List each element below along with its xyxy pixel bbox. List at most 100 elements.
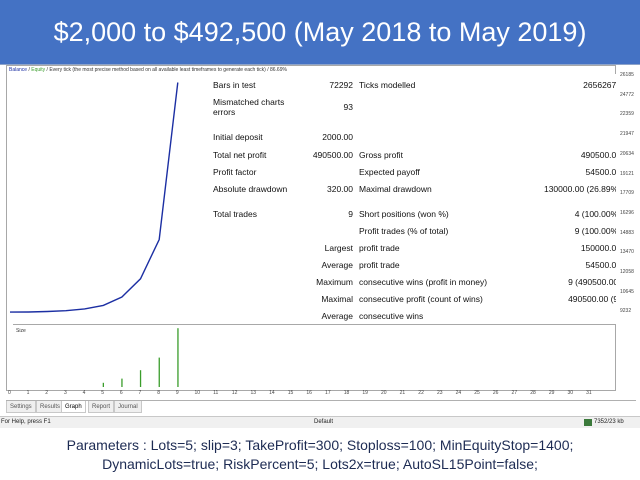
- x-tick-label: 23: [436, 390, 443, 396]
- x-tick-label: 30: [567, 390, 574, 396]
- tab-graph[interactable]: Graph: [61, 401, 86, 413]
- x-tick-label: 13: [250, 390, 256, 396]
- y-tick-label: 13470: [620, 249, 634, 256]
- max-consec-wins-label: consecutive wins (profit in money): [359, 277, 488, 287]
- x-tick-label: 2: [45, 390, 49, 396]
- y-tick-label: 14883: [620, 229, 634, 236]
- bars-in-test-label: Bars in test: [213, 80, 256, 90]
- total-net-profit-label: Total net profit: [213, 150, 267, 160]
- x-tick-label: 9: [175, 390, 179, 396]
- x-tick-label: 4: [82, 390, 86, 396]
- strategy-tester-window: Balance / Equity / Every tick (the most …: [0, 64, 640, 416]
- maximal-consec-profit-label: consecutive profit (count of wins): [359, 294, 483, 304]
- expected-payoff-value: 54500.00: [585, 167, 621, 177]
- tester-tabs: Settings Results Graph Report Journal: [6, 400, 636, 413]
- status-bar: For Help, press F1 Default 7352/23 kb: [0, 416, 640, 428]
- x-tick-label: 3: [63, 390, 67, 396]
- largest-profit-trade-value: 150000.00: [580, 243, 621, 253]
- x-tick-label: 1: [26, 390, 30, 396]
- avg-consec-wins-label: consecutive wins: [359, 311, 424, 321]
- size-bar: [158, 357, 160, 387]
- panel-divider: [13, 324, 623, 325]
- y-tick-label: 21947: [620, 131, 634, 138]
- size-bars: [102, 328, 179, 387]
- x-tick-label: 12: [231, 390, 238, 396]
- ticks-modelled-label: Ticks modelled: [359, 80, 416, 90]
- size-panel-label: Size: [16, 328, 26, 334]
- y-tick-label: 22359: [620, 111, 634, 118]
- title-banner: $2,000 to $492,500 (May 2018 to May 2019…: [0, 0, 640, 64]
- maximum-label: Maximum: [316, 277, 353, 287]
- x-tick-label: 16: [306, 390, 312, 396]
- x-tick-label: 22: [418, 390, 424, 396]
- x-tick-label: 26: [492, 390, 499, 396]
- x-tick-label: 6: [119, 390, 123, 396]
- x-tick-label: 0: [8, 390, 11, 396]
- total-trades-label: Total trades: [213, 209, 257, 219]
- tab-journal[interactable]: Journal: [114, 401, 142, 413]
- x-tick-label: 20: [381, 390, 387, 396]
- maximal-drawdown-label: Maximal drawdown: [359, 184, 432, 194]
- x-tick-label: 29: [548, 390, 555, 396]
- profit-trades-value: 9 (100.00%): [574, 226, 621, 236]
- largest-profit-trade-label: profit trade: [359, 243, 400, 253]
- x-tick-label: 31: [586, 390, 592, 396]
- max-consec-wins-value: 9 (490500.00): [568, 277, 621, 287]
- largest-label: Largest: [324, 243, 353, 253]
- gross-profit-label: Gross profit: [359, 150, 403, 160]
- x-tick-label: 18: [343, 390, 350, 396]
- maximal-label: Maximal: [321, 294, 353, 304]
- x-tick-label: 19: [362, 390, 368, 396]
- x-tick-label: 5: [101, 390, 105, 396]
- initial-deposit-label: Initial deposit: [213, 132, 263, 142]
- x-tick-label: 25: [474, 390, 480, 396]
- tab-report[interactable]: Report: [88, 401, 115, 413]
- expected-payoff-label: Expected payoff: [359, 167, 420, 177]
- y-tick-label: 17709: [620, 190, 634, 197]
- y-tick-label: 10645: [620, 288, 634, 295]
- mismatched-value: 93: [343, 102, 353, 112]
- initial-deposit-value: 2000.00: [322, 132, 353, 142]
- avg-consec-wins-value: 9: [503, 311, 621, 321]
- x-tick-label: 28: [530, 390, 536, 396]
- y-tick-label: 9232: [620, 308, 632, 315]
- parameters-caption: Parameters : Lots=5; slip=3; TakeProfit=…: [0, 436, 640, 474]
- y-axis: 26185 24772 22359 21947 20634 19121 17709 16296…: [616, 65, 640, 391]
- y-tick-label: 24772: [620, 91, 634, 98]
- report-table: Bars in test 72292 Ticks modelled 265626…: [203, 74, 621, 324]
- total-trades-value: 9: [348, 209, 353, 219]
- tab-settings[interactable]: Settings: [6, 401, 36, 413]
- x-tick-label: 14: [269, 390, 275, 396]
- average-consec-label: Average: [321, 311, 353, 321]
- x-tick-label: 10: [194, 390, 201, 396]
- parameters-line-1: Parameters : Lots=5; slip=3; TakeProfit=…: [66, 437, 574, 453]
- average-profit-trade-value: 54500.00: [585, 260, 621, 270]
- ticks-modelled-value: 26562672: [583, 80, 621, 90]
- average-profit-trade-label: profit trade: [359, 260, 400, 270]
- absolute-drawdown-label: Absolute drawdown: [213, 184, 288, 194]
- y-tick-label: 19121: [620, 170, 634, 177]
- size-bar: [102, 382, 104, 387]
- banner-title: $2,000 to $492,500 (May 2018 to May 2019…: [53, 17, 587, 47]
- y-tick-label: 16296: [620, 209, 634, 216]
- y-tick-label: 20634: [620, 150, 634, 157]
- mismatched-label-line2: errors: [213, 107, 236, 117]
- y-tick-label: 12058: [620, 269, 634, 275]
- status-traffic: 7352/23 kb: [594, 419, 624, 425]
- total-net-profit-value: 490500.00: [312, 150, 353, 160]
- x-tick-label: 11: [213, 390, 219, 396]
- x-tick-label: 21: [399, 390, 406, 396]
- balance-line: [9, 82, 179, 313]
- x-tick-label: 8: [157, 390, 160, 396]
- tab-results[interactable]: Results: [36, 401, 65, 413]
- x-tick-label: 7: [138, 390, 142, 396]
- bars-in-test-value: 72292: [329, 80, 353, 90]
- size-bar: [121, 378, 123, 387]
- x-tick-label: 15: [287, 390, 294, 396]
- status-profile: Default: [314, 419, 334, 425]
- equity-chart: Balance / Equity / Every tick (the most …: [6, 65, 623, 391]
- average-label: Average: [321, 260, 353, 270]
- parameters-line-2: DynamicLots=true; RiskPercent=5; Lots2x=…: [102, 456, 538, 472]
- profit-trades-label: Profit trades (% of total): [359, 226, 449, 236]
- x-tick-label: 27: [511, 390, 518, 396]
